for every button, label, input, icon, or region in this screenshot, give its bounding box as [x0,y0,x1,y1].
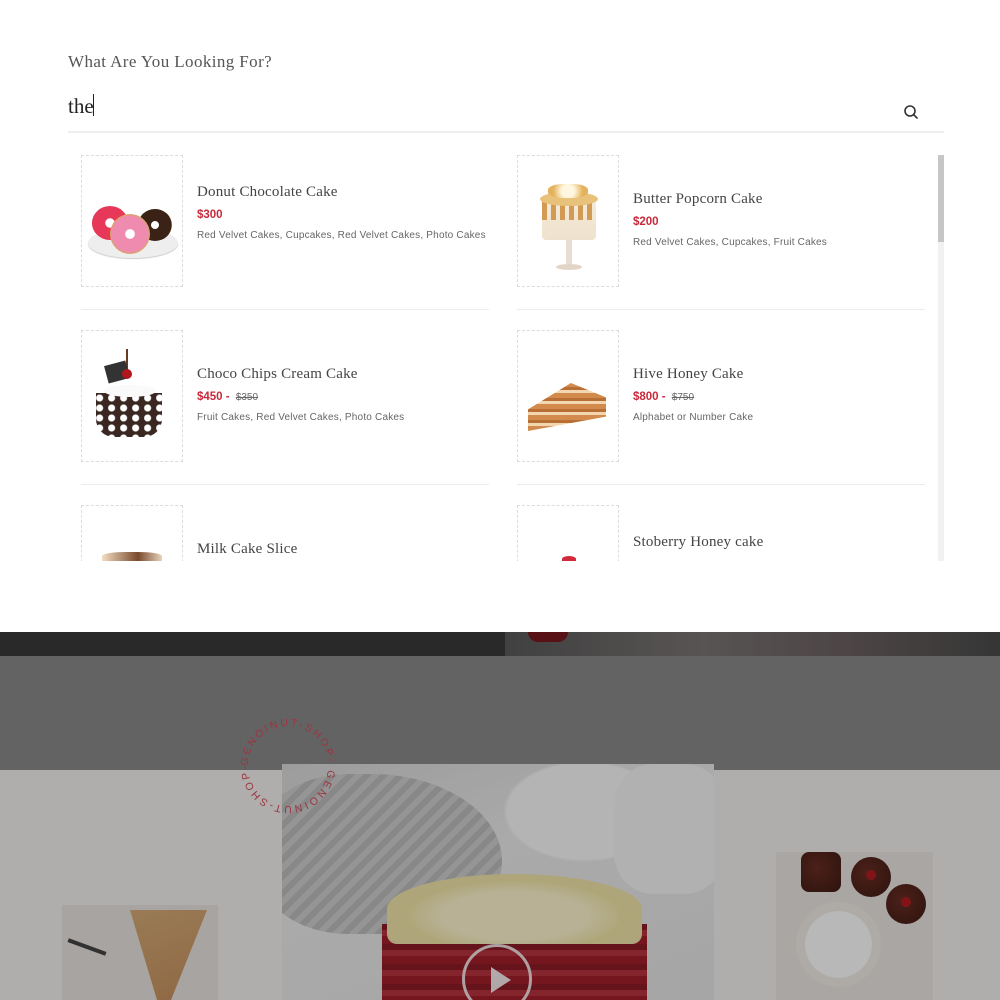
cherry [122,369,132,379]
product-name[interactable]: Butter Popcorn Cake [633,191,923,208]
price-current: $200 [633,216,659,228]
price-old: $350 [235,392,259,403]
milk-cake-slice [102,552,162,561]
search-results-list[interactable]: Donut Chocolate Cake $300 Red Velvet Cak… [68,133,945,561]
strawberry [562,556,576,561]
result-item[interactable]: Hive Honey Cake $800 - $750 Alphabet or … [517,330,925,485]
product-info: Stoberry Honey cake [633,534,923,551]
product-name[interactable]: Choco Chips Cream Cake [197,366,487,383]
product-name[interactable]: Hive Honey Cake [633,366,923,383]
product-thumbnail[interactable] [81,155,183,287]
product-name[interactable]: Donut Chocolate Cake [197,184,487,201]
result-item[interactable]: Choco Chips Cream Cake $450 - $350 Fruit… [81,330,489,485]
overlay-backdrop[interactable] [0,632,1000,1000]
product-name[interactable]: Milk Cake Slice [197,541,487,558]
cake-stand [566,238,572,264]
product-price: $200 [633,216,923,228]
search-button[interactable] [898,99,924,125]
search-overlay: What Are You Looking For? Donut Chocolat… [0,0,1000,632]
product-thumbnail[interactable] [81,505,183,561]
search-icon [904,105,918,119]
price-current: $300 [197,209,223,221]
honey-cake-wedge [528,383,606,431]
product-info: Butter Popcorn Cake $200 Red Velvet Cake… [633,191,923,250]
popcorn-topping [548,184,588,198]
donut [110,214,150,254]
product-categories: Red Velvet Cakes, Cupcakes, Red Velvet C… [197,230,486,241]
price-old: $750 [671,392,695,403]
product-categories: Alphabet or Number Cake [633,412,754,423]
cream-topping [104,385,156,397]
product-price: $450 - $350 [197,391,487,403]
product-thumbnail[interactable] [517,330,619,462]
price-current: $800 - [633,391,666,403]
result-item[interactable]: Stoberry Honey cake [517,505,925,561]
result-item[interactable]: Butter Popcorn Cake $200 Red Velvet Cake… [517,155,925,310]
product-info: Choco Chips Cream Cake $450 - $350 Fruit… [197,366,487,425]
product-categories: Fruit Cakes, Red Velvet Cakes, Photo Cak… [197,412,405,423]
product-info: Donut Chocolate Cake $300 Red Velvet Cak… [197,184,487,243]
search-input[interactable] [68,88,888,124]
product-thumbnail[interactable] [517,155,619,287]
product-categories: Red Velvet Cakes, Cupcakes, Fruit Cakes [633,237,827,248]
product-price: $300 [197,209,487,221]
price-current: $450 - [197,391,230,403]
cake-slice [96,393,162,437]
search-heading: What Are You Looking For? [68,52,273,71]
product-info: Milk Cake Slice [197,541,487,558]
product-price: $800 - $750 [633,391,923,403]
results-scrollbar-thumb[interactable] [938,155,944,242]
product-info: Hive Honey Cake $800 - $750 Alphabet or … [633,366,923,425]
result-item[interactable]: Milk Cake Slice [81,505,489,561]
cake-stand-base [556,264,582,270]
result-item[interactable]: Donut Chocolate Cake $300 Red Velvet Cak… [81,155,489,310]
text-cursor [93,94,94,116]
product-name[interactable]: Stoberry Honey cake [633,534,923,551]
product-thumbnail[interactable] [517,505,619,561]
product-thumbnail[interactable] [81,330,183,462]
